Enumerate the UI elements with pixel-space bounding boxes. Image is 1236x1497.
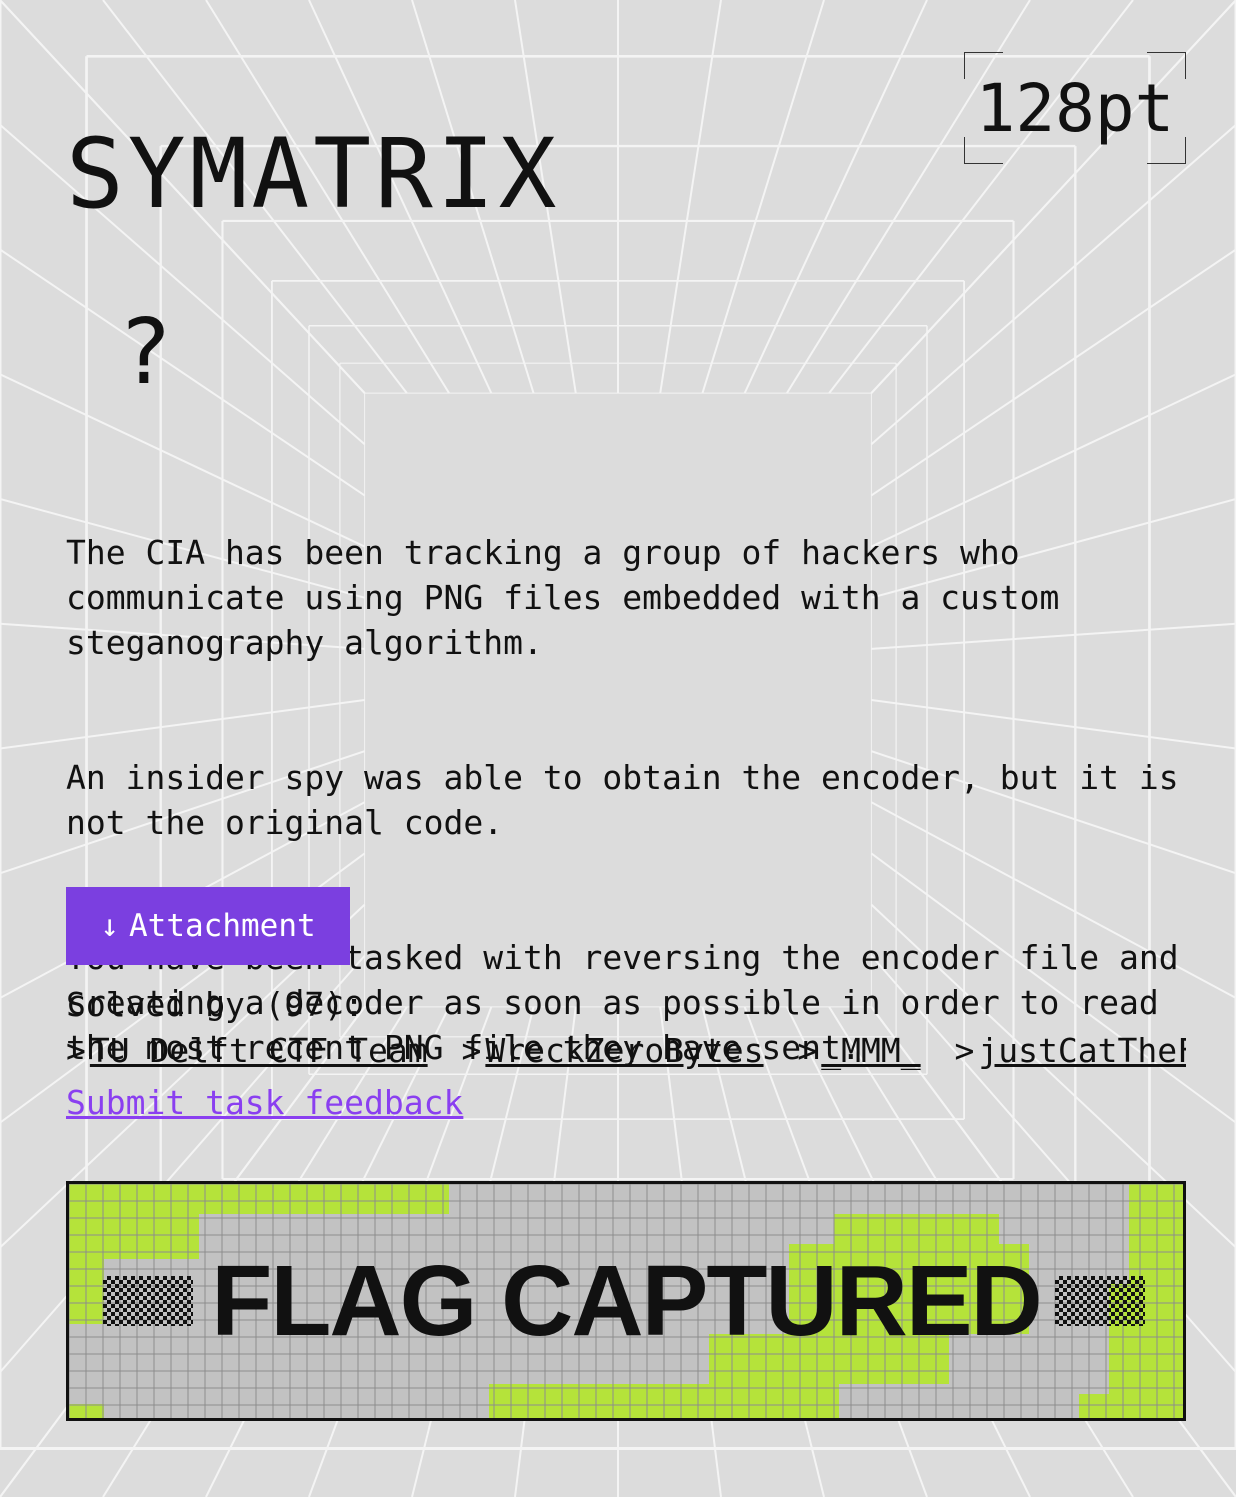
points-badge: 128pt: [964, 52, 1186, 164]
description-paragraph: The CIA has been tracking a group of hac…: [66, 533, 1080, 662]
solver-link[interactable]: TU Delft CTF Team: [90, 1031, 428, 1070]
question-mark-icon: ?: [118, 300, 173, 405]
solver-link[interactable]: WreckZeroBytes: [485, 1031, 763, 1070]
flag-captured-text: FLAG CAPTURED: [211, 1244, 1043, 1357]
bracket-corner: [1147, 137, 1186, 164]
submit-feedback-link[interactable]: Submit task feedback: [66, 1082, 463, 1124]
bracket-corner: [964, 52, 1003, 79]
chevron-right-icon: >: [461, 1031, 482, 1070]
chevron-right-icon: >: [66, 1031, 86, 1070]
solvers-list: > TU Delft CTF Team > WreckZeroBytes > _MMM…: [66, 1030, 1186, 1076]
solver-link[interactable]: justCatTheFish: [978, 1031, 1186, 1070]
attachment-button[interactable]: ↓ Attachment: [66, 887, 350, 965]
attachment-label: Attachment: [129, 908, 316, 944]
chevron-right-icon: >: [797, 1031, 818, 1070]
bracket-corner: [1147, 52, 1186, 79]
points-value: 128pt: [975, 69, 1175, 147]
description-paragraph: An insider spy was able to obtain the en…: [66, 758, 1199, 842]
download-icon: ↓: [100, 908, 120, 944]
chevron-right-icon: >: [954, 1031, 975, 1070]
bracket-corner: [964, 137, 1003, 164]
solved-count-label: Solved by (97):: [66, 985, 365, 1024]
solver-link[interactable]: _MMM_: [821, 1031, 920, 1070]
challenge-title: SYMATRIX: [66, 118, 561, 231]
flag-captured-banner: FLAG CAPTURED: [66, 1181, 1186, 1421]
